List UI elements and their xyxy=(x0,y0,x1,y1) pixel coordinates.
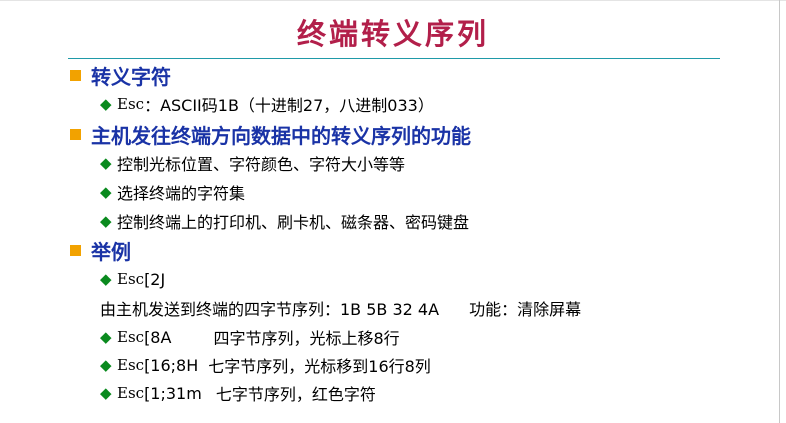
function-text: 控制终端上的打印机、刷卡机、磁条器、密码键盘 xyxy=(117,213,470,232)
heading-examples: 举例 xyxy=(70,236,131,264)
esc-label: Esc xyxy=(117,328,145,346)
heading-text: 举例 xyxy=(91,239,131,264)
byte-sequence-text: 由主机发送到终端的四字节序列：1B 5B 32 4A xyxy=(100,300,440,319)
sequence-description: 四字节序列，光标上移8行 xyxy=(213,329,400,348)
escape-char-definition: ◆ Esc ：ASCII码1B（十进制27，八进制033） xyxy=(100,91,434,117)
square-bullet-icon xyxy=(70,69,81,81)
square-bullet-icon xyxy=(70,244,81,256)
function-text: 控制光标位置、字符颜色、字符大小等等 xyxy=(117,155,406,174)
function-text: 选择终端的字符集 xyxy=(117,184,246,203)
function-item: ◆ 选择终端的字符集 xyxy=(100,179,245,205)
top-border xyxy=(0,0,786,1)
example-red-text: ◆ Esc [1;31m 七字节序列，红色字符 xyxy=(100,380,376,406)
slide-title: 终端转义序列 xyxy=(296,17,489,51)
escape-sequence: [2J xyxy=(144,269,166,289)
function-item: ◆ 控制光标位置、字符颜色、字符大小等等 xyxy=(100,150,405,176)
slide: 终端转义序列 转义字符 ◆ Esc ：ASCII码1B（十进制27，八进制033… xyxy=(0,0,786,423)
heading-escape-char: 转义字符 xyxy=(70,61,171,89)
esc-label: Esc xyxy=(117,95,145,113)
esc-label: Esc xyxy=(117,384,145,402)
diamond-bullet-icon: ◆ xyxy=(100,154,112,172)
diamond-bullet-icon: ◆ xyxy=(100,212,112,230)
escape-sequence: [16;8H xyxy=(144,355,199,375)
esc-label: Esc xyxy=(117,356,145,374)
diamond-bullet-icon: ◆ xyxy=(100,183,112,201)
heading-escape-functions: 主机发往终端方向数据中的转义序列的功能 xyxy=(70,120,471,148)
function-text: 功能：清除屏幕 xyxy=(469,300,582,319)
right-border xyxy=(779,0,780,423)
title-divider xyxy=(68,58,720,59)
function-item: ◆ 控制终端上的打印机、刷卡机、磁条器、密码键盘 xyxy=(100,208,469,234)
diamond-bullet-icon: ◆ xyxy=(100,95,112,113)
example-byte-description: 由主机发送到终端的四字节序列：1B 5B 32 4A 功能：清除屏幕 xyxy=(100,295,581,321)
sequence-description: 七字节序列，光标移到16行8列 xyxy=(208,357,431,376)
esc-label: Esc xyxy=(117,270,145,288)
escape-sequence: [8A xyxy=(144,327,172,347)
heading-text: 主机发往终端方向数据中的转义序列的功能 xyxy=(91,123,471,148)
heading-text: 转义字符 xyxy=(91,64,171,89)
square-bullet-icon xyxy=(70,128,81,140)
diamond-bullet-icon: ◆ xyxy=(100,384,112,402)
diamond-bullet-icon: ◆ xyxy=(100,270,112,288)
example-cursor-up: ◆ Esc [8A 四字节序列，光标上移8行 xyxy=(100,324,400,350)
diamond-bullet-icon: ◆ xyxy=(100,356,112,374)
diamond-bullet-icon: ◆ xyxy=(100,328,112,346)
ascii-code-text: ：ASCII码1B（十进制27，八进制033） xyxy=(144,96,434,115)
escape-sequence: [1;31m xyxy=(144,383,202,403)
example-cursor-move: ◆ Esc [16;8H 七字节序列，光标移到16行8列 xyxy=(100,352,431,378)
example-clear-screen: ◆ Esc [2J xyxy=(100,266,165,292)
sequence-description: 七字节序列，红色字符 xyxy=(215,385,376,404)
